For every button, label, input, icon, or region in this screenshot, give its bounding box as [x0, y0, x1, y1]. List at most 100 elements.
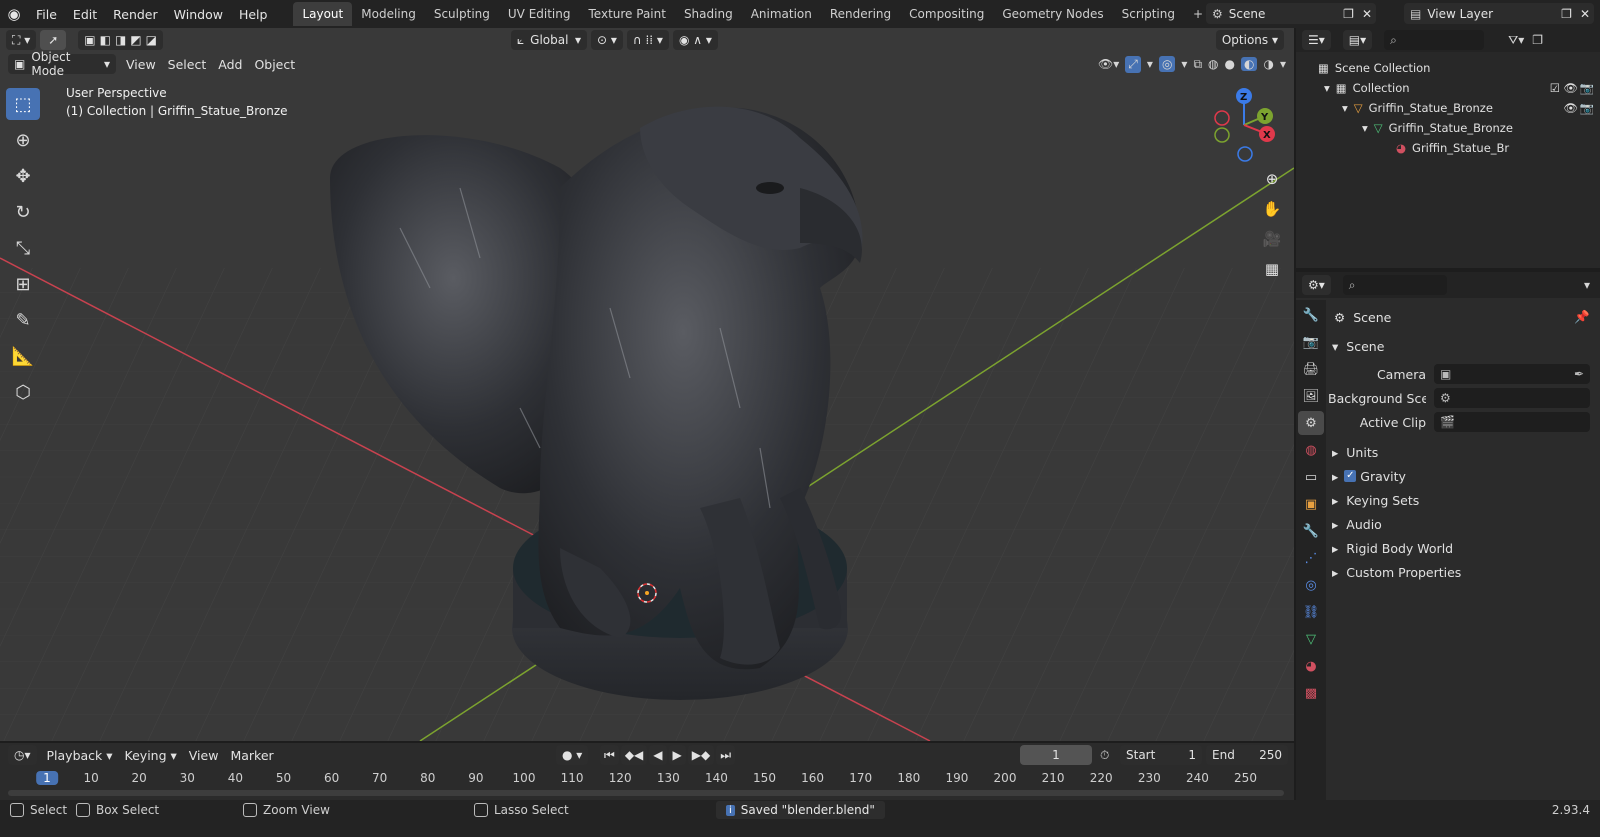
- move-tool[interactable]: ✥: [6, 160, 40, 192]
- frame-ruler[interactable]: 1 10 20 30 40 50 60 70 80 90 100 110 120 130 140 150 160…: [0, 768, 1294, 790]
- rendered-shading-icon[interactable]: ◑: [1263, 57, 1273, 71]
- timeline-menu-playback[interactable]: Playback ▾: [41, 748, 119, 763]
- tab-sculpting[interactable]: Sculpting: [425, 2, 499, 26]
- select-tool-button[interactable]: ➚: [40, 30, 67, 50]
- navigation-gizmo[interactable]: Z Y X: [1214, 88, 1275, 162]
- scale-tool[interactable]: ⤡: [6, 232, 40, 264]
- next-keyframe-icon[interactable]: ▶◆: [687, 745, 715, 765]
- physics-tab-icon[interactable]: ◎: [1298, 573, 1324, 597]
- outliner-material[interactable]: ◕ Griffin_Statue_Br: [1296, 138, 1600, 158]
- play-reverse-icon[interactable]: ◀: [649, 745, 667, 765]
- gravity-checkbox[interactable]: ✓: [1344, 470, 1357, 482]
- proportional-editing-toggle[interactable]: ◉ ∧ ▾: [672, 30, 718, 50]
- render-camera-icon[interactable]: 📷: [1580, 101, 1594, 115]
- jump-start-icon[interactable]: ⏮: [600, 745, 619, 765]
- tab-modeling[interactable]: Modeling: [352, 2, 425, 26]
- material-shading-icon[interactable]: ◐: [1241, 57, 1258, 71]
- rotate-tool[interactable]: ↻: [6, 196, 40, 228]
- outliner-object[interactable]: ▾ ▽ Griffin_Statue_Bronze 👁 📷: [1296, 98, 1600, 118]
- timeline-scrollbar[interactable]: [8, 790, 1284, 796]
- menu-file[interactable]: File: [28, 7, 65, 22]
- tab-layout[interactable]: Layout: [293, 2, 353, 26]
- camera-field[interactable]: ▣ ✒: [1434, 364, 1590, 384]
- material-tab-icon[interactable]: ◕: [1298, 654, 1324, 678]
- display-mode-icon[interactable]: ▤▾: [1342, 30, 1373, 50]
- menu-help[interactable]: Help: [231, 7, 276, 22]
- active-clip-field[interactable]: 🎬: [1434, 412, 1590, 432]
- outliner-editor-type-icon[interactable]: ☰▾: [1302, 30, 1331, 50]
- new-view-layer-icon[interactable]: ❐: [1557, 7, 1576, 21]
- scene-selector[interactable]: ⚙ Scene ❐ ✕: [1206, 3, 1376, 24]
- 3d-viewport[interactable]: Z Y X ⛶ ▾ ➚ ▣ ◧ ◨ ◩ ◪ ⟀ Global ▾ ⊙ ▾ ∩ ⁞⁞…: [0, 28, 1294, 741]
- viewport-menu-select[interactable]: Select: [162, 57, 213, 72]
- prev-keyframe-icon[interactable]: ◆◀: [620, 745, 648, 765]
- tab-uv-editing[interactable]: UV Editing: [499, 2, 580, 26]
- solid-shading-icon[interactable]: ●: [1225, 57, 1235, 71]
- status-report[interactable]: i Saved "blender.blend": [716, 801, 885, 819]
- timeline-menu-keying[interactable]: Keying ▾: [119, 748, 183, 763]
- view-layer-selector[interactable]: ▤ View Layer ❐ ✕: [1404, 3, 1594, 24]
- particles-tab-icon[interactable]: ⋰: [1298, 546, 1324, 570]
- outliner-search-input[interactable]: ⌕: [1384, 30, 1485, 50]
- timeline-menu-view[interactable]: View: [183, 748, 225, 763]
- timeline-editor-type-icon[interactable]: ◷▾: [8, 745, 37, 765]
- modifier-tab-icon[interactable]: 🔧: [1298, 519, 1324, 543]
- scene-tab-icon[interactable]: ⚙: [1298, 411, 1324, 435]
- properties-options-icon[interactable]: ▾: [1584, 278, 1590, 292]
- filter-icon[interactable]: ⛛▾: [1508, 33, 1524, 48]
- audio-panel[interactable]: ▸ Audio: [1328, 512, 1600, 536]
- add-cube-tool[interactable]: ⬡: [6, 376, 40, 408]
- gravity-panel[interactable]: ▸ ✓ Gravity: [1328, 464, 1600, 488]
- pin-icon[interactable]: 📌: [1574, 309, 1590, 325]
- keying-sets-panel[interactable]: ▸ Keying Sets: [1328, 488, 1600, 512]
- current-frame-field[interactable]: 1: [1020, 745, 1092, 765]
- world-tab-icon[interactable]: ◍: [1298, 438, 1324, 462]
- select-subtract-icon[interactable]: ◨: [115, 33, 126, 47]
- expand-chevron-icon[interactable]: ▾: [1324, 81, 1330, 95]
- gizmo-neg-x-icon[interactable]: [1214, 110, 1230, 126]
- render-camera-icon[interactable]: 📷: [1580, 81, 1594, 95]
- render-tab-icon[interactable]: 📷: [1298, 330, 1324, 354]
- viewport-menu-object[interactable]: Object: [248, 57, 301, 72]
- tab-geometry-nodes[interactable]: Geometry Nodes: [993, 2, 1112, 26]
- blender-logo-icon[interactable]: ◉: [0, 0, 28, 28]
- expand-chevron-icon[interactable]: ▾: [1342, 101, 1348, 115]
- visibility-icon[interactable]: 👁▾: [1098, 57, 1119, 71]
- rigid-body-world-panel[interactable]: ▸ Rigid Body World: [1328, 536, 1600, 560]
- auto-keying-toggle[interactable]: ● ▾: [556, 745, 589, 765]
- gizmo-neg-z-icon[interactable]: [1237, 146, 1253, 162]
- select-box-tool[interactable]: ⬚: [6, 88, 40, 120]
- camera-view-icon[interactable]: 🎥: [1259, 226, 1285, 252]
- exclude-checkbox-icon[interactable]: ☑: [1550, 81, 1560, 95]
- view-layer-tab-icon[interactable]: 🖼: [1298, 384, 1324, 408]
- measure-tool[interactable]: 📐: [6, 340, 40, 372]
- tab-texture-paint[interactable]: Texture Paint: [580, 2, 675, 26]
- gizmo-toggle-icon[interactable]: ⤢: [1125, 55, 1141, 73]
- delete-view-layer-icon[interactable]: ✕: [1576, 7, 1594, 21]
- perspective-grid-icon[interactable]: ▦: [1259, 256, 1285, 282]
- snap-toggle[interactable]: ∩ ⁞⁞ ▾: [626, 30, 669, 50]
- timeline-menu-marker[interactable]: Marker: [224, 748, 279, 763]
- custom-properties-panel[interactable]: ▸ Custom Properties: [1328, 560, 1600, 584]
- gizmo-neg-y-icon[interactable]: [1214, 127, 1230, 143]
- tab-scripting[interactable]: Scripting: [1113, 2, 1184, 26]
- wireframe-shading-icon[interactable]: ◍: [1208, 57, 1218, 71]
- tab-rendering[interactable]: Rendering: [821, 2, 900, 26]
- end-frame-field[interactable]: End 250: [1206, 745, 1288, 765]
- tab-shading[interactable]: Shading: [675, 2, 742, 26]
- xray-icon[interactable]: ⧉: [1193, 57, 1202, 72]
- properties-editor-type-icon[interactable]: ⚙▾: [1302, 275, 1331, 295]
- select-new-icon[interactable]: ▣: [84, 33, 95, 47]
- menu-render[interactable]: Render: [105, 7, 166, 22]
- transform-tool[interactable]: ⊞: [6, 268, 40, 300]
- overlays-icon[interactable]: ◎: [1158, 56, 1176, 72]
- outliner-collection[interactable]: ▾ ▦ Collection ☑ 👁 📷: [1296, 78, 1600, 98]
- view-layer-name[interactable]: View Layer: [1427, 7, 1557, 21]
- preview-range-icon[interactable]: ⏱: [1100, 748, 1109, 763]
- visibility-eye-icon[interactable]: 👁: [1563, 101, 1578, 115]
- cursor-tool[interactable]: ⊕: [6, 124, 40, 156]
- data-tab-icon[interactable]: ▽: [1298, 627, 1324, 651]
- object-tab-icon[interactable]: ▣: [1298, 492, 1324, 516]
- properties-search-input[interactable]: ⌕: [1342, 275, 1447, 295]
- editor-type-button[interactable]: ⛶ ▾: [6, 30, 37, 50]
